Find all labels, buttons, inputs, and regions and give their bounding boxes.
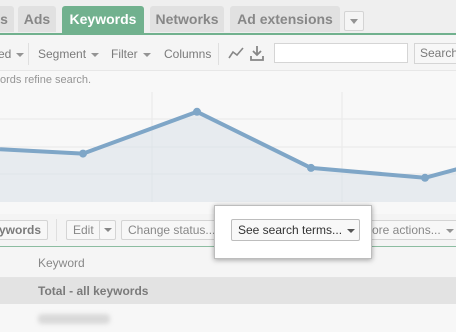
segment-label: Segment xyxy=(38,47,87,61)
chevron-down-icon xyxy=(91,52,100,57)
chevron-down-icon xyxy=(347,228,356,233)
tab-ad-extensions[interactable]: Ad extensions xyxy=(230,6,340,32)
chart-point xyxy=(421,173,429,182)
tab-partial[interactable]: s xyxy=(0,6,14,32)
tab-bar: s Ads Keywords Networks Ad extensions xyxy=(0,0,456,34)
search-input[interactable] xyxy=(274,43,408,63)
chart-point xyxy=(79,149,87,158)
keyword-column-header[interactable]: Keyword xyxy=(38,256,85,270)
edit-button[interactable]: Edit xyxy=(66,220,101,240)
chart-point xyxy=(307,163,315,172)
divider xyxy=(218,43,219,65)
segment-dropdown[interactable]: Segment xyxy=(38,47,100,61)
more-tabs-dropdown[interactable] xyxy=(344,11,364,31)
spotlight-highlight: See search terms... xyxy=(214,205,372,259)
tab-ads[interactable]: Ads xyxy=(18,6,56,32)
divider xyxy=(56,219,57,241)
chart-point xyxy=(193,107,201,116)
tab-networks[interactable]: Networks xyxy=(150,6,224,32)
more-actions-label: More actions... xyxy=(362,223,441,237)
chevron-down-icon xyxy=(142,52,151,57)
add-keywords-button[interactable]: ywords xyxy=(0,220,49,240)
tab-keywords[interactable]: Keywords xyxy=(62,6,144,34)
see-search-terms-button[interactable]: See search terms... xyxy=(231,219,361,241)
blurred-keyword xyxy=(38,314,110,324)
divider xyxy=(28,43,29,65)
filter-label: Filter xyxy=(111,47,138,61)
edit-dropdown-arrow[interactable] xyxy=(99,220,116,240)
download-icon[interactable] xyxy=(250,45,264,61)
line-chart-icon[interactable] xyxy=(228,46,244,60)
see-search-terms-label: See search terms... xyxy=(238,223,343,237)
total-row: Total - all keywords xyxy=(0,278,456,304)
partial-dropdown-label: ed xyxy=(0,47,12,61)
table-row[interactable] xyxy=(0,304,456,332)
total-label: Total - all keywords xyxy=(38,284,149,298)
partial-dropdown[interactable]: ed xyxy=(0,47,25,61)
search-button[interactable]: Search xyxy=(414,43,456,64)
filter-dropdown[interactable]: Filter xyxy=(111,47,151,61)
change-status-label: Change status... xyxy=(128,223,216,237)
chevron-down-icon xyxy=(445,228,454,233)
performance-chart xyxy=(0,92,456,202)
columns-label: Columns xyxy=(164,47,212,61)
hint-text: ords refine search. xyxy=(0,74,92,86)
columns-button[interactable]: Columns xyxy=(164,47,211,61)
chevron-down-icon xyxy=(16,52,25,57)
